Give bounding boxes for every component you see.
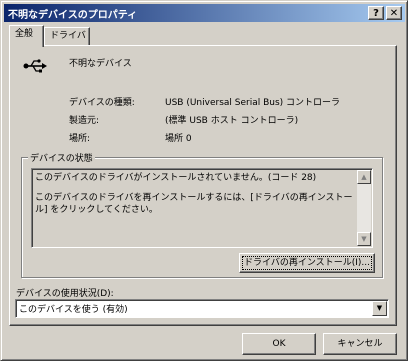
status-line-2: このデバイスのドライバを再インストールするには、[ドライバの再インストール] を… (35, 193, 353, 215)
status-textbox[interactable]: このデバイスのドライバがインストールされていません。(コード 28) このデバイ… (31, 168, 373, 248)
device-usage-label: デバイスの使用状況(D): (16, 289, 114, 299)
tab-driver-label: ドライバ (50, 31, 86, 41)
tab-general[interactable]: 全般 (9, 25, 44, 47)
properties-dialog: 不明なデバイスのプロパティ ? ✕ 全般 ドライバ 不明なデバイス デバイスの種… (0, 0, 408, 361)
manufacturer-value: (標準 USB ホスト コントローラ) (165, 116, 299, 126)
title-bar[interactable]: 不明なデバイスのプロパティ ? ✕ (4, 4, 405, 22)
scroll-down-icon[interactable]: ▼ (357, 232, 371, 246)
tab-driver[interactable]: ドライバ (44, 27, 90, 46)
cancel-button[interactable]: キャンセル (323, 333, 397, 355)
chevron-down-icon[interactable]: ▼ (372, 301, 387, 316)
device-status-group: デバイスの状態 このデバイスのドライバがインストールされていません。(コード 2… (21, 151, 383, 278)
close-button[interactable]: ✕ (386, 6, 402, 20)
tab-general-label: 全般 (15, 29, 34, 39)
manufacturer-label: 製造元: (69, 116, 100, 126)
device-usage-value: このデバイスを使う (有効) (19, 305, 128, 315)
window-title: 不明なデバイスのプロパティ (8, 10, 138, 21)
scroll-up-icon[interactable]: ▲ (357, 170, 371, 184)
help-button[interactable]: ? (368, 6, 384, 20)
device-name: 不明なデバイス (69, 59, 132, 69)
location-label: 場所: (69, 134, 91, 144)
location-value: 場所 0 (165, 134, 192, 144)
status-text: このデバイスのドライバがインストールされていません。(コード 28) このデバイ… (35, 172, 357, 216)
status-line-1: このデバイスのドライバがインストールされていません。(コード 28) (35, 173, 317, 183)
device-status-title: デバイスの状態 (28, 151, 95, 164)
usb-icon (23, 56, 49, 76)
status-scrollbar[interactable]: ▲ ▼ (357, 170, 371, 246)
ok-button[interactable]: OK (242, 333, 316, 355)
tab-panel-general: 不明なデバイス デバイスの種類: USB (Universal Serial B… (9, 45, 397, 326)
device-type-value: USB (Universal Serial Bus) コントローラ (165, 98, 341, 108)
device-type-label: デバイスの種類: (69, 98, 135, 108)
device-usage-select[interactable]: このデバイスを使う (有効) ▼ (15, 299, 389, 318)
reinstall-driver-button[interactable]: ドライバの再インストール(I)... (239, 253, 375, 273)
